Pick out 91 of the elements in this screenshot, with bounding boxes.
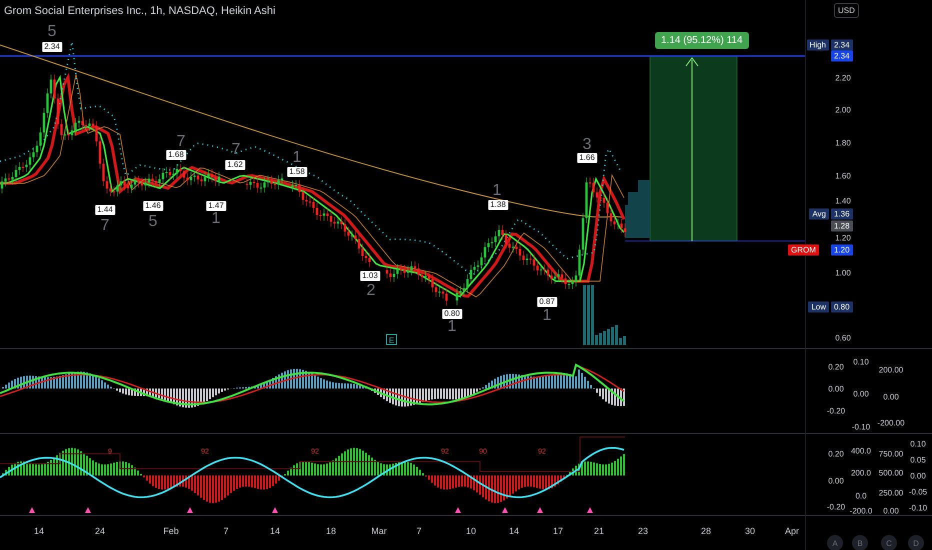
measure-label: 1.14 (95.12%) 114 — [655, 32, 749, 49]
time-label: 7 — [224, 526, 228, 536]
scale-tick: 0.00 — [883, 392, 899, 402]
wave-number: 5 — [148, 214, 158, 230]
scale-tick: 200.0 — [850, 468, 872, 478]
time-label: 21 — [594, 526, 604, 536]
price-tag: 0.80 — [831, 302, 853, 312]
scale-tick: 500.00 — [878, 468, 904, 478]
price-tick: 1.40 — [835, 196, 851, 206]
time-label: Mar — [371, 526, 387, 536]
scale-tick: 0.00 — [828, 476, 844, 486]
scale-tick: 0.00 — [910, 472, 926, 480]
price-label: 1.03 — [360, 271, 380, 281]
wave-number: 1 — [292, 150, 302, 166]
currency-label[interactable]: USD — [834, 3, 859, 18]
price-tick: 2.20 — [835, 74, 851, 82]
time-label: 14 — [34, 526, 44, 536]
price-label: 1.62 — [225, 160, 245, 170]
wave-number: 1 — [212, 211, 220, 227]
wave-number: 3 — [582, 137, 592, 153]
time-label: 23 — [638, 526, 648, 536]
wave-number: 5 — [48, 24, 56, 40]
price-label: 1.47 — [206, 201, 226, 211]
chart-title: Grom Social Enterprises Inc., 1h, NASDAQ, Heikin Ashi — [4, 5, 276, 17]
tag-name: Low — [808, 302, 829, 312]
scale-button[interactable]: C — [881, 535, 897, 550]
time-label: Apr — [785, 526, 799, 536]
scale-tick: 200.00 — [878, 366, 904, 374]
scale-tick: -0.20 — [826, 406, 846, 416]
time-label: 24 — [95, 526, 105, 536]
price-tick: 1.20 — [835, 234, 851, 242]
time-label: 14 — [509, 526, 519, 536]
scale-tick: 750.00 — [878, 450, 904, 458]
price-tick: 1.00 — [835, 268, 851, 278]
scale-tick: 0.10 — [910, 440, 926, 448]
scale-tick: 0.00 — [853, 390, 869, 398]
tag-name: Avg — [809, 208, 829, 220]
scale-tick: 0.00 — [883, 506, 899, 516]
scale-tick: 0.20 — [828, 362, 844, 372]
earnings-icon[interactable]: E — [386, 334, 397, 345]
scale-tick: -0.05 — [908, 488, 928, 496]
scale-tick: 0.05 — [910, 456, 926, 464]
scale-button[interactable]: A — [827, 535, 843, 550]
time-label: 10 — [466, 526, 476, 536]
scale-button[interactable]: B — [852, 535, 868, 550]
scale-tick: -200.00 — [877, 418, 905, 428]
price-label: 2.34 — [42, 42, 62, 52]
scale-tick: -0.20 — [826, 502, 846, 512]
price-tag: 2.34 — [831, 40, 853, 50]
price-tick: 2.00 — [835, 106, 851, 114]
price-tag: 1.20 — [831, 244, 853, 256]
wave-number: 1 — [448, 319, 456, 335]
scale-tick: 0.10 — [853, 358, 869, 366]
price-label: 0.87 — [537, 297, 557, 307]
time-label: 18 — [326, 526, 336, 536]
wave-number: 7 — [176, 134, 186, 150]
tag-name: High — [806, 40, 829, 50]
scale-tick: 250.00 — [878, 488, 904, 498]
price-label: 1.68 — [166, 150, 186, 160]
wave-number: 7 — [232, 142, 240, 158]
price-tick: 1.60 — [835, 172, 851, 180]
wave-number: 2 — [366, 283, 376, 299]
scale-tick: -200.0 — [850, 506, 872, 516]
time-label: 17 — [553, 526, 563, 536]
time-label: 30 — [745, 526, 755, 536]
price-label: 1.58 — [287, 167, 307, 177]
scale-tick: 0.20 — [828, 450, 844, 458]
price-tag: 1.36 — [831, 208, 853, 220]
time-label: 7 — [416, 526, 422, 536]
scale-tick: 400.0 — [850, 446, 872, 456]
price-label: 1.66 — [577, 153, 597, 163]
wave-number: 1 — [492, 183, 502, 199]
price-tick: 0.60 — [835, 334, 851, 342]
price-tag: 1.28 — [831, 220, 853, 232]
tag-name: GROM — [788, 244, 819, 256]
price-label: 1.38 — [488, 200, 508, 210]
scale-tick: -0.10 — [852, 422, 870, 432]
wave-number: 1 — [542, 308, 552, 324]
time-label: Feb — [163, 526, 179, 536]
scale-button[interactable]: D — [908, 535, 924, 550]
scale-tick: 0.00 — [828, 384, 844, 394]
price-label: 0.80 — [442, 309, 462, 319]
price-label: 1.44 — [95, 205, 115, 215]
price-tag: 2.34 — [831, 50, 853, 62]
scale-tick: -0.10 — [908, 504, 928, 512]
time-label: 14 — [270, 526, 280, 536]
wave-number: 7 — [100, 218, 110, 234]
time-label: 28 — [701, 526, 711, 536]
scale-tick: 0.0 — [855, 492, 867, 500]
price-tick: 1.80 — [835, 138, 851, 148]
price-label: 1.46 — [143, 201, 163, 211]
